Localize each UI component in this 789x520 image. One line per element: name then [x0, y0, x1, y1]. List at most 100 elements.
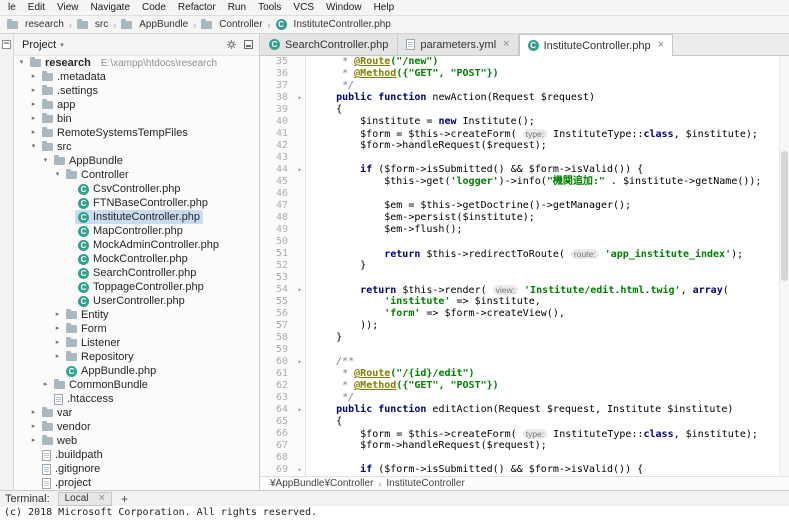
tree-item-project[interactable]: .project [14, 476, 259, 490]
chevron-right-icon[interactable]: ▸ [28, 420, 39, 434]
tree-item-usercontroller-php[interactable]: CUserController.php [14, 294, 259, 308]
new-terminal-tab-button[interactable]: + [121, 492, 128, 506]
tree-item-searchcontroller-php[interactable]: CSearchController.php [14, 266, 259, 280]
tree-item-form[interactable]: ▸ Form [14, 322, 259, 336]
chevron-right-icon[interactable]: ▸ [28, 70, 39, 84]
tree-item-ftnbasecontroller-php[interactable]: CFTNBaseController.php [14, 196, 259, 210]
tree-item-controller[interactable]: ▾ Controller [14, 168, 259, 182]
chevron-down-icon[interactable]: ▾ [40, 154, 51, 168]
tree-item-mockadmincontroller-php[interactable]: CMockAdminController.php [14, 238, 259, 252]
chevron-right-icon[interactable]: ▸ [52, 308, 63, 322]
breadcrumb-item-src[interactable]: src [75, 19, 110, 30]
code-area[interactable]: 35 * @Route("/new")36 * @Method({"GET", … [260, 56, 779, 476]
menu-item-edit[interactable]: Edit [22, 2, 51, 13]
project-panel: Project ▾ ▾researchE:\xampp\htdocs\resea… [14, 34, 260, 490]
tree-item-gitignore[interactable]: .gitignore [14, 462, 259, 476]
tree-item-mockcontroller-php[interactable]: CMockController.php [14, 252, 259, 266]
fold-icon[interactable]: ▾ [294, 164, 306, 176]
tab-parameters-yml[interactable]: parameters.yml× [398, 34, 518, 55]
tree-item-listener[interactable]: ▸Listener [14, 336, 259, 350]
breadcrumb-item-controller[interactable]: Controller [199, 19, 264, 30]
close-icon[interactable]: × [503, 39, 509, 50]
editor-scrollbar[interactable] [779, 56, 789, 476]
tab-institutecontroller-php[interactable]: CInstituteController.php× [519, 34, 673, 56]
tree-item-var[interactable]: ▸var [14, 406, 259, 420]
close-icon[interactable]: × [99, 493, 105, 504]
chevron-right-icon[interactable]: ▸ [52, 350, 63, 364]
tree-item-settings[interactable]: ▸.settings [14, 84, 259, 98]
fold-icon[interactable]: ▾ [294, 464, 306, 476]
tree-item-entity[interactable]: ▸Entity [14, 308, 259, 322]
chevron-right-icon[interactable]: ▸ [40, 378, 51, 392]
tree-item-mapcontroller-php[interactable]: CMapController.php [14, 224, 259, 238]
hide-panel-icon[interactable] [244, 40, 253, 49]
tree-item-remotesystemstempfiles[interactable]: ▸RemoteSystemsTempFiles [14, 126, 259, 140]
menu-item-view[interactable]: View [51, 2, 85, 13]
tree-item-htaccess[interactable]: .htaccess [14, 392, 259, 406]
chevron-right-icon[interactable]: ▸ [52, 336, 63, 350]
fold-icon[interactable]: ▾ [294, 356, 306, 368]
breadcrumb-separator: › [265, 20, 274, 30]
tree-item-appbundle[interactable]: ▾AppBundle [14, 154, 259, 168]
chevron-right-icon[interactable]: ▸ [28, 434, 39, 448]
editor-breadcrumb-item-institutecontroller[interactable]: InstituteController [384, 478, 466, 489]
project-tool-window-button[interactable] [2, 40, 11, 49]
menu-item-le[interactable]: le [2, 2, 22, 13]
tree-item-web[interactable]: ▸web [14, 434, 259, 448]
folder-icon [42, 437, 53, 445]
tree-item-label: Form [81, 322, 107, 336]
chevron-right-icon[interactable]: ▸ [52, 322, 63, 336]
menu-item-tools[interactable]: Tools [252, 2, 287, 13]
chevron-right-icon[interactable]: ▸ [28, 112, 39, 126]
tree-item-buildpath[interactable]: .buildpath [14, 448, 259, 462]
file-icon [406, 39, 415, 50]
chevron-right-icon[interactable]: ▸ [28, 406, 39, 420]
scrollbar-thumb[interactable] [781, 151, 788, 281]
tab-searchcontroller-php[interactable]: CSearchController.php [261, 34, 398, 55]
menu-item-run[interactable]: Run [222, 2, 252, 13]
chevron-down-icon[interactable]: ▾ [52, 168, 63, 182]
tree-item-toppagecontroller-php[interactable]: CToppageController.php [14, 280, 259, 294]
menu-item-code[interactable]: Code [136, 2, 172, 13]
fold-icon[interactable]: ▾ [294, 404, 306, 416]
tree-item-repository[interactable]: ▸Repository [14, 350, 259, 364]
tree-item-csvcontroller-php[interactable]: CCsvController.php [14, 182, 259, 196]
code-text: * @Route("/new") [306, 56, 438, 68]
code-text: $em->flush(); [306, 224, 463, 236]
chevron-right-icon[interactable]: ▸ [28, 126, 39, 140]
tree-item-body: var [39, 406, 75, 420]
tree-item-bin[interactable]: ▸bin [14, 112, 259, 126]
fold-icon[interactable]: ▾ [294, 92, 306, 104]
tree-item-src[interactable]: ▾src [14, 140, 259, 154]
chevron-right-icon[interactable]: ▸ [28, 84, 39, 98]
tree-item-research[interactable]: ▾researchE:\xampp\htdocs\research [14, 56, 259, 70]
breadcrumb-label: src [95, 19, 108, 30]
editor-breadcrumb-item-appbundle-controller[interactable]: ¥AppBundle¥Controller [268, 478, 375, 489]
breadcrumb-item-appbundle[interactable]: AppBundle [119, 19, 190, 30]
tree-item-label: Controller [81, 168, 129, 182]
close-icon[interactable]: × [658, 40, 664, 51]
project-view-dropdown[interactable]: Project ▾ [22, 39, 64, 51]
breadcrumb-item-research[interactable]: research [5, 19, 66, 30]
editor-pane[interactable]: 35 * @Route("/new")36 * @Method({"GET", … [260, 56, 789, 476]
fold-gutter [294, 212, 306, 224]
menu-item-window[interactable]: Window [320, 2, 368, 13]
tree-item-metadata[interactable]: ▸.metadata [14, 70, 259, 84]
menu-item-refactor[interactable]: Refactor [172, 2, 222, 13]
chevron-right-icon[interactable]: ▸ [28, 98, 39, 112]
chevron-down-icon[interactable]: ▾ [16, 56, 27, 70]
tree-item-vendor[interactable]: ▸vendor [14, 420, 259, 434]
terminal-tab-local[interactable]: Local × [58, 492, 112, 506]
line-number: 47 [260, 200, 294, 212]
settings-gear-icon[interactable] [226, 39, 237, 50]
breadcrumb-item-institutecontroller-php[interactable]: CInstituteController.php [274, 19, 393, 30]
tree-item-institutecontroller-php[interactable]: CInstituteController.php [14, 210, 259, 224]
tree-item-commonbundle[interactable]: ▸CommonBundle [14, 378, 259, 392]
chevron-down-icon[interactable]: ▾ [28, 140, 39, 154]
tree-item-appbundle-php[interactable]: CAppBundle.php [14, 364, 259, 378]
fold-icon[interactable]: ▾ [294, 284, 306, 296]
tree-item-app[interactable]: ▸app [14, 98, 259, 112]
menu-item-vcs[interactable]: VCS [287, 2, 320, 13]
menu-item-navigate[interactable]: Navigate [85, 2, 136, 13]
menu-item-help[interactable]: Help [368, 2, 401, 13]
